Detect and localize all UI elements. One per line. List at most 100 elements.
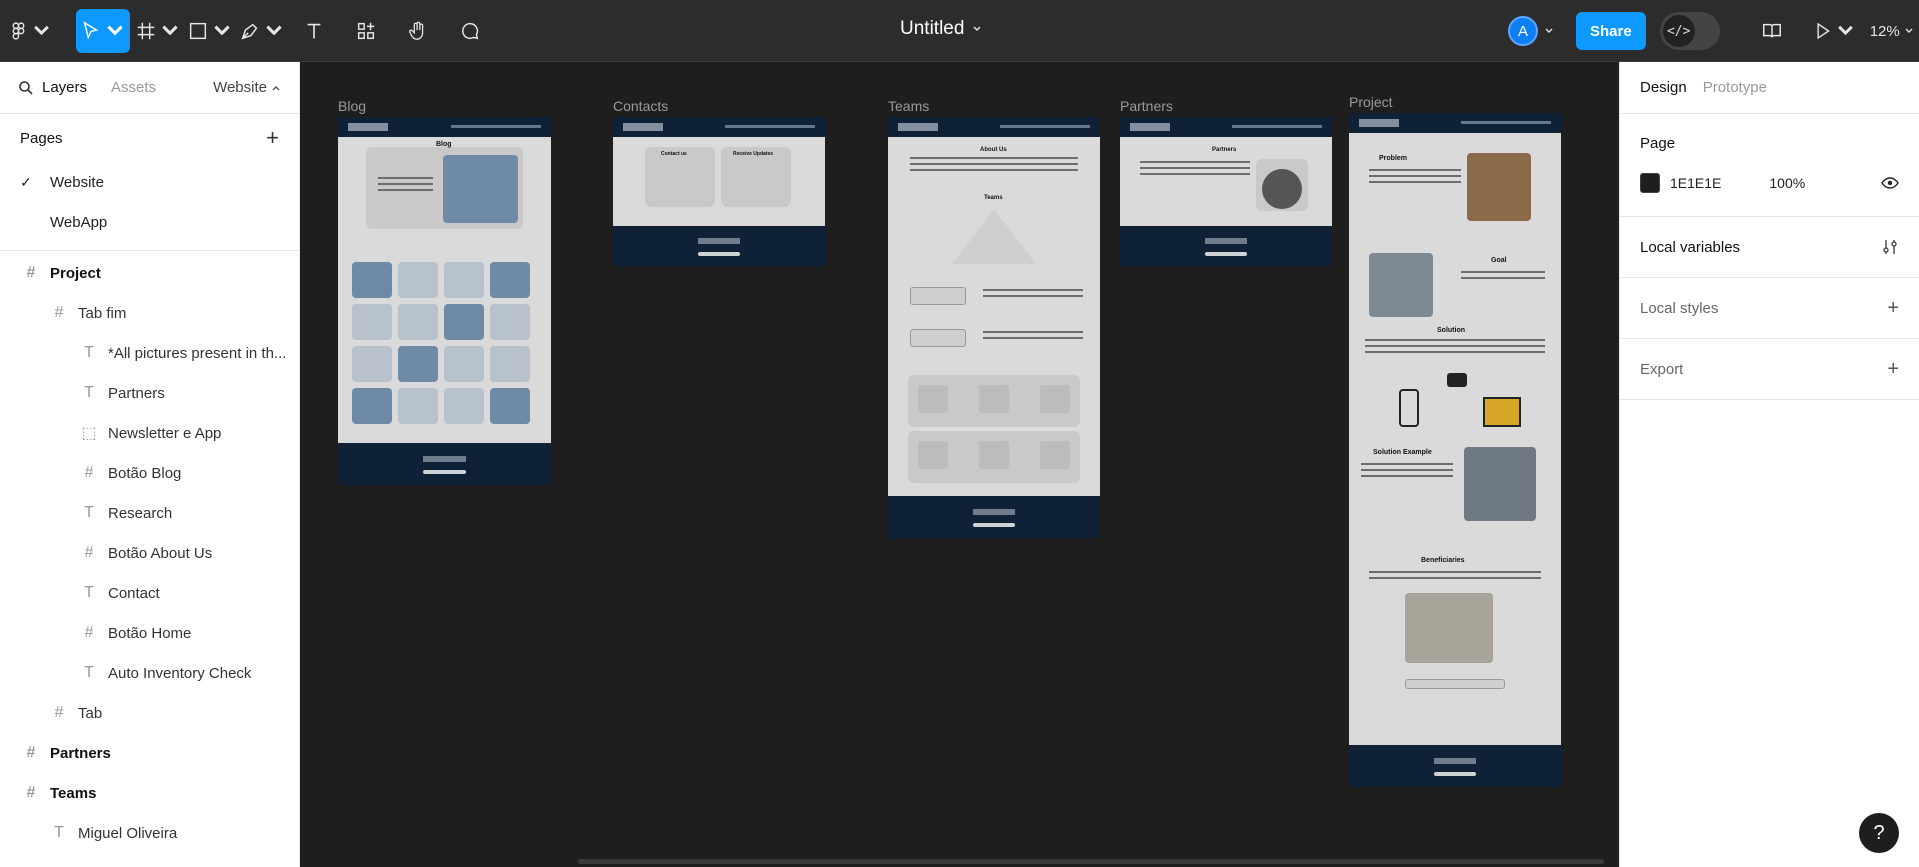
layer-row[interactable]: T Research [0, 493, 299, 533]
frame-project[interactable]: Problem Goal Solution Solution Example B… [1349, 113, 1561, 787]
frame-hash-icon: # [54, 704, 64, 721]
add-page-icon[interactable]: + [266, 125, 279, 151]
layer-row[interactable]: T *All pictures present in th... [0, 333, 299, 373]
help-button[interactable]: ? [1859, 813, 1899, 853]
hand-tool-button[interactable] [394, 9, 442, 53]
problem-heading: Problem [1379, 155, 1408, 162]
tab-prototype[interactable]: Prototype [1703, 79, 1767, 96]
frame-label-partners[interactable]: Partners [1120, 98, 1173, 114]
frame-label-teams[interactable]: Teams [888, 98, 929, 114]
local-variables-row[interactable]: Local variables [1640, 217, 1899, 277]
export-row[interactable]: Export + [1640, 339, 1899, 399]
page-color-swatch[interactable] [1640, 173, 1660, 193]
layer-row[interactable]: T Partners [0, 373, 299, 413]
resources-tool-button[interactable] [342, 9, 390, 53]
library-button[interactable] [1754, 9, 1790, 53]
search-icon[interactable] [18, 80, 34, 96]
add-style-icon[interactable]: + [1887, 297, 1899, 320]
layer-label: Research [108, 504, 173, 522]
export-section: Export + [1620, 339, 1919, 400]
tab-layers[interactable]: Layers [42, 79, 87, 96]
zoom-dropdown[interactable]: 12% [1870, 23, 1914, 40]
page-color-value[interactable]: 1E1E1E [1670, 175, 1721, 191]
layer-label: *All pictures present in th... [108, 344, 287, 362]
text-line [910, 157, 1078, 159]
layer-row[interactable]: T Contact [0, 573, 299, 613]
layer-row[interactable]: # Botão Blog [0, 453, 299, 493]
layer-row[interactable]: # Teams [0, 773, 299, 813]
text-line [1369, 169, 1461, 171]
blog-post-thumbnail [352, 346, 392, 382]
layer-row[interactable]: # Tab fim [0, 293, 299, 333]
website-app-pill [910, 287, 966, 305]
page-item-website[interactable]: ✓ Website [0, 162, 299, 202]
frame-contacts[interactable]: Contact us Receive Updates [613, 117, 825, 266]
layer-row[interactable]: ⬚ Newsletter e App [0, 413, 299, 453]
chevron-down-icon [1837, 25, 1853, 36]
left-panel-tabs: Layers Assets Website [0, 62, 299, 114]
right-panel-tabs: Design Prototype [1620, 62, 1919, 114]
move-tool-button[interactable] [76, 9, 130, 53]
text-tool-button[interactable] [290, 9, 338, 53]
layer-row[interactable]: T Auto Inventory Check [0, 653, 299, 693]
frame-footer [888, 496, 1100, 538]
right-toolbar-group: A Share </> 12% [1508, 0, 1914, 62]
frame-blog[interactable]: Blog [338, 117, 551, 485]
shape-tool-button[interactable] [186, 9, 234, 53]
chevron-down-icon [214, 25, 230, 36]
current-page-dropdown[interactable]: Website [213, 79, 281, 96]
page-item-label: Website [50, 173, 104, 191]
main-menu-button[interactable] [8, 9, 52, 53]
frame-footer [613, 226, 825, 266]
beneficiaries-image [1405, 593, 1493, 663]
tab-assets[interactable]: Assets [111, 79, 156, 96]
layer-row[interactable]: # Botão About Us [0, 533, 299, 573]
chevron-down-icon [1905, 28, 1913, 33]
eye-icon[interactable] [1881, 174, 1899, 192]
pen-tool-button[interactable] [238, 9, 286, 53]
horizontal-scrollbar[interactable] [578, 859, 1604, 864]
layer-row[interactable]: # Botão Home [0, 613, 299, 653]
add-export-icon[interactable]: + [1887, 358, 1899, 381]
design-canvas[interactable]: Blog Blog Contacts Contact us Receive Up… [300, 62, 1619, 867]
file-title-dropdown[interactable]: Untitled [900, 18, 982, 40]
layer-row[interactable]: # Partners [0, 733, 299, 773]
page-item-webapp[interactable]: WebApp [0, 202, 299, 242]
page-opacity-value[interactable]: 100% [1769, 175, 1805, 191]
top-toolbar: Untitled A Share </> 12% [0, 0, 1919, 62]
chevron-up-icon [272, 85, 280, 90]
text-icon: T [84, 384, 94, 401]
text-line [983, 337, 1083, 339]
text-line [1365, 339, 1545, 341]
frame-partners[interactable]: Partners [1120, 117, 1332, 266]
frame-label-project[interactable]: Project [1349, 94, 1393, 110]
frame-tool-button[interactable] [134, 9, 182, 53]
chevron-down-icon [34, 25, 49, 36]
layer-label: Botão Home [108, 624, 192, 642]
present-button[interactable] [1812, 9, 1856, 53]
local-styles-section: Local styles + [1620, 278, 1919, 339]
layer-row[interactable]: # Project [0, 253, 299, 293]
layer-row[interactable]: T Miguel Oliveira [0, 813, 299, 853]
text-line [983, 289, 1083, 291]
multiplayer-avatars[interactable]: A [1508, 16, 1554, 46]
frame-label-contacts[interactable]: Contacts [613, 98, 668, 114]
page-item-label: WebApp [50, 213, 108, 231]
dev-mode-toggle[interactable]: </> [1659, 12, 1720, 50]
page-background-row[interactable]: 1E1E1E 100% [1640, 164, 1899, 202]
chevron-down-icon [973, 26, 981, 31]
frame-footer [1120, 226, 1332, 266]
tab-design[interactable]: Design [1640, 79, 1687, 96]
page-heading: Page [1640, 134, 1676, 152]
frame-label-blog[interactable]: Blog [338, 98, 366, 114]
comment-tool-button[interactable] [446, 9, 494, 53]
comment-icon [462, 22, 479, 40]
layer-row[interactable]: # Tab [0, 693, 299, 733]
share-button[interactable]: Share [1576, 12, 1646, 50]
tool-group [8, 0, 494, 62]
local-styles-row[interactable]: Local styles + [1640, 278, 1899, 338]
sliders-icon[interactable] [1881, 238, 1899, 256]
frame-teams[interactable]: About Us Teams [888, 117, 1100, 538]
problem-image [1467, 153, 1531, 221]
phone-illustration [1399, 389, 1419, 427]
